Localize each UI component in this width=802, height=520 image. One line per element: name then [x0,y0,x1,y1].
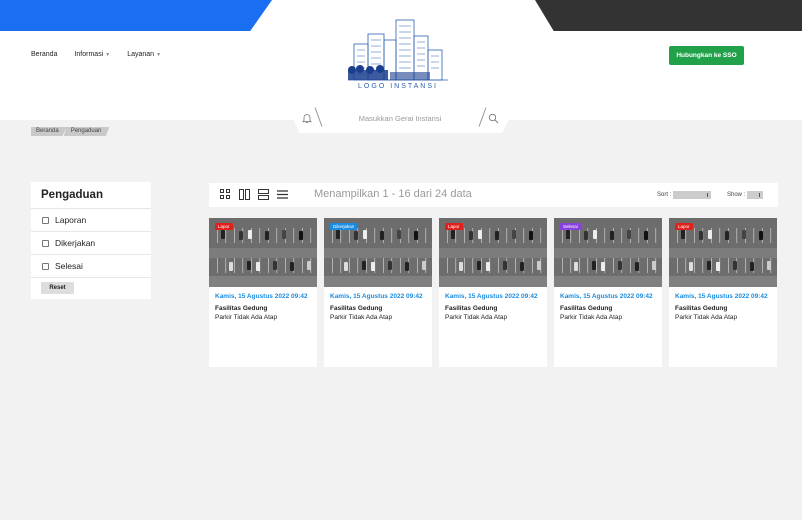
filter-option-label: Laporan [55,215,87,225]
card-title: Parkir Tidak Ada Atap [560,314,623,321]
breadcrumb-item-pengaduan[interactable]: Pengaduan [63,127,110,136]
row-view-icon[interactable] [258,189,269,200]
complaint-card-list: Lapor Kamis, 15 Agustus 2022 09:42 Fasilit… [209,218,777,367]
status-badge: Lapor [445,223,463,230]
filter-option-label: Dikerjakan [55,238,96,248]
card-date: Kamis, 15 Agustus 2022 09:42 [330,293,423,300]
results-toolbar: Menampilkan 1 - 16 dari 24 data Sort : S… [209,183,778,207]
two-column-view-icon[interactable] [239,189,250,200]
card-image: Lapor [439,218,547,287]
card-date: Kamis, 15 Agustus 2022 09:42 [215,293,308,300]
sso-connect-button[interactable]: Hubungkan ke SSO [669,46,744,65]
chevron-down-icon: ▼ [105,51,111,58]
show-label: Show : [727,192,746,198]
list-view-icon[interactable] [277,189,288,200]
status-badge: Lapor [215,223,233,230]
card-image: Lapor [209,218,317,287]
grid-view-icon[interactable] [220,189,231,200]
header: Beranda Informasi ▼ Layanan ▼ LOGO INSTANS… [0,0,802,120]
card-image: Lapor [669,218,777,287]
card-category: Fasilitas Gedung [215,305,268,312]
filter-option-label: Selesai [55,261,83,271]
card-date: Kamis, 15 Agustus 2022 09:42 [675,293,768,300]
status-badge: Selesai [560,223,581,230]
result-count: Menampilkan 1 - 16 dari 24 data [314,188,472,200]
nav-label: Layanan [127,51,155,58]
breadcrumb-item-beranda[interactable]: Beranda [31,127,67,136]
card-category: Fasilitas Gedung [445,305,498,312]
sort-control: Sort : [657,191,712,199]
view-mode-switcher [220,189,288,200]
card-title: Parkir Tidak Ada Atap [675,314,738,321]
complaint-card[interactable]: Dikerjakan Kamis, 15 Agustus 2022 09:42 Fa… [324,218,432,367]
sort-label: Sort : [657,192,672,198]
nav-label: Informasi [74,51,104,58]
card-image: Dikerjakan [324,218,432,287]
main-nav: Beranda Informasi ▼ Layanan ▼ [31,51,161,58]
complaint-card[interactable]: Lapor Kamis, 15 Agustus 2022 09:42 Fasilit… [439,218,547,367]
card-date: Kamis, 15 Agustus 2022 09:42 [445,293,538,300]
card-category: Fasilitas Gedung [675,305,728,312]
search-input[interactable] [325,110,475,126]
nav-item-layanan[interactable]: Layanan ▼ [127,51,161,58]
logo-text: LOGO INSTANSI [358,83,438,90]
sort-select[interactable] [673,191,712,199]
card-title: Parkir Tidak Ada Atap [215,314,278,321]
header-accent-blue [0,0,272,31]
card-title: Parkir Tidak Ada Atap [445,314,508,321]
filter-option-selesai[interactable]: Selesai [31,255,151,278]
checkbox[interactable] [42,262,49,270]
complaint-card[interactable]: Lapor Kamis, 15 Agustus 2022 09:42 Fasilit… [669,218,777,367]
checkbox[interactable] [42,239,49,247]
status-badge: Lapor [675,223,693,230]
show-control: Show : [727,191,764,199]
nav-item-beranda[interactable]: Beranda [31,51,57,58]
breadcrumb: Beranda Pengaduan [31,127,110,136]
filter-panel: Pengaduan Laporan Dikerjakan Selesai Res… [31,182,151,299]
complaint-card[interactable]: Selesai Kamis, 15 Agustus 2022 09:42 Fasil… [554,218,662,367]
card-title: Parkir Tidak Ada Atap [330,314,393,321]
card-image: Selesai [554,218,662,287]
bell-icon[interactable] [302,113,312,124]
card-category: Fasilitas Gedung [560,305,613,312]
chevron-down-icon: ▼ [156,51,162,58]
nav-item-informasi[interactable]: Informasi ▼ [74,51,110,58]
card-date: Kamis, 15 Agustus 2022 09:42 [560,293,653,300]
nav-label: Beranda [31,51,58,58]
checkbox[interactable] [42,216,49,224]
header-accent-dark [535,0,802,31]
show-select[interactable] [747,191,764,199]
reset-button[interactable]: Reset [41,282,74,294]
complaint-card[interactable]: Lapor Kamis, 15 Agustus 2022 09:42 Fasilit… [209,218,317,367]
card-category: Fasilitas Gedung [330,305,383,312]
filter-title: Pengaduan [31,182,151,209]
status-badge: Dikerjakan [330,223,358,230]
search-icon[interactable] [488,113,499,124]
filter-option-dikerjakan[interactable]: Dikerjakan [31,232,151,255]
filter-option-laporan[interactable]: Laporan [31,209,151,232]
